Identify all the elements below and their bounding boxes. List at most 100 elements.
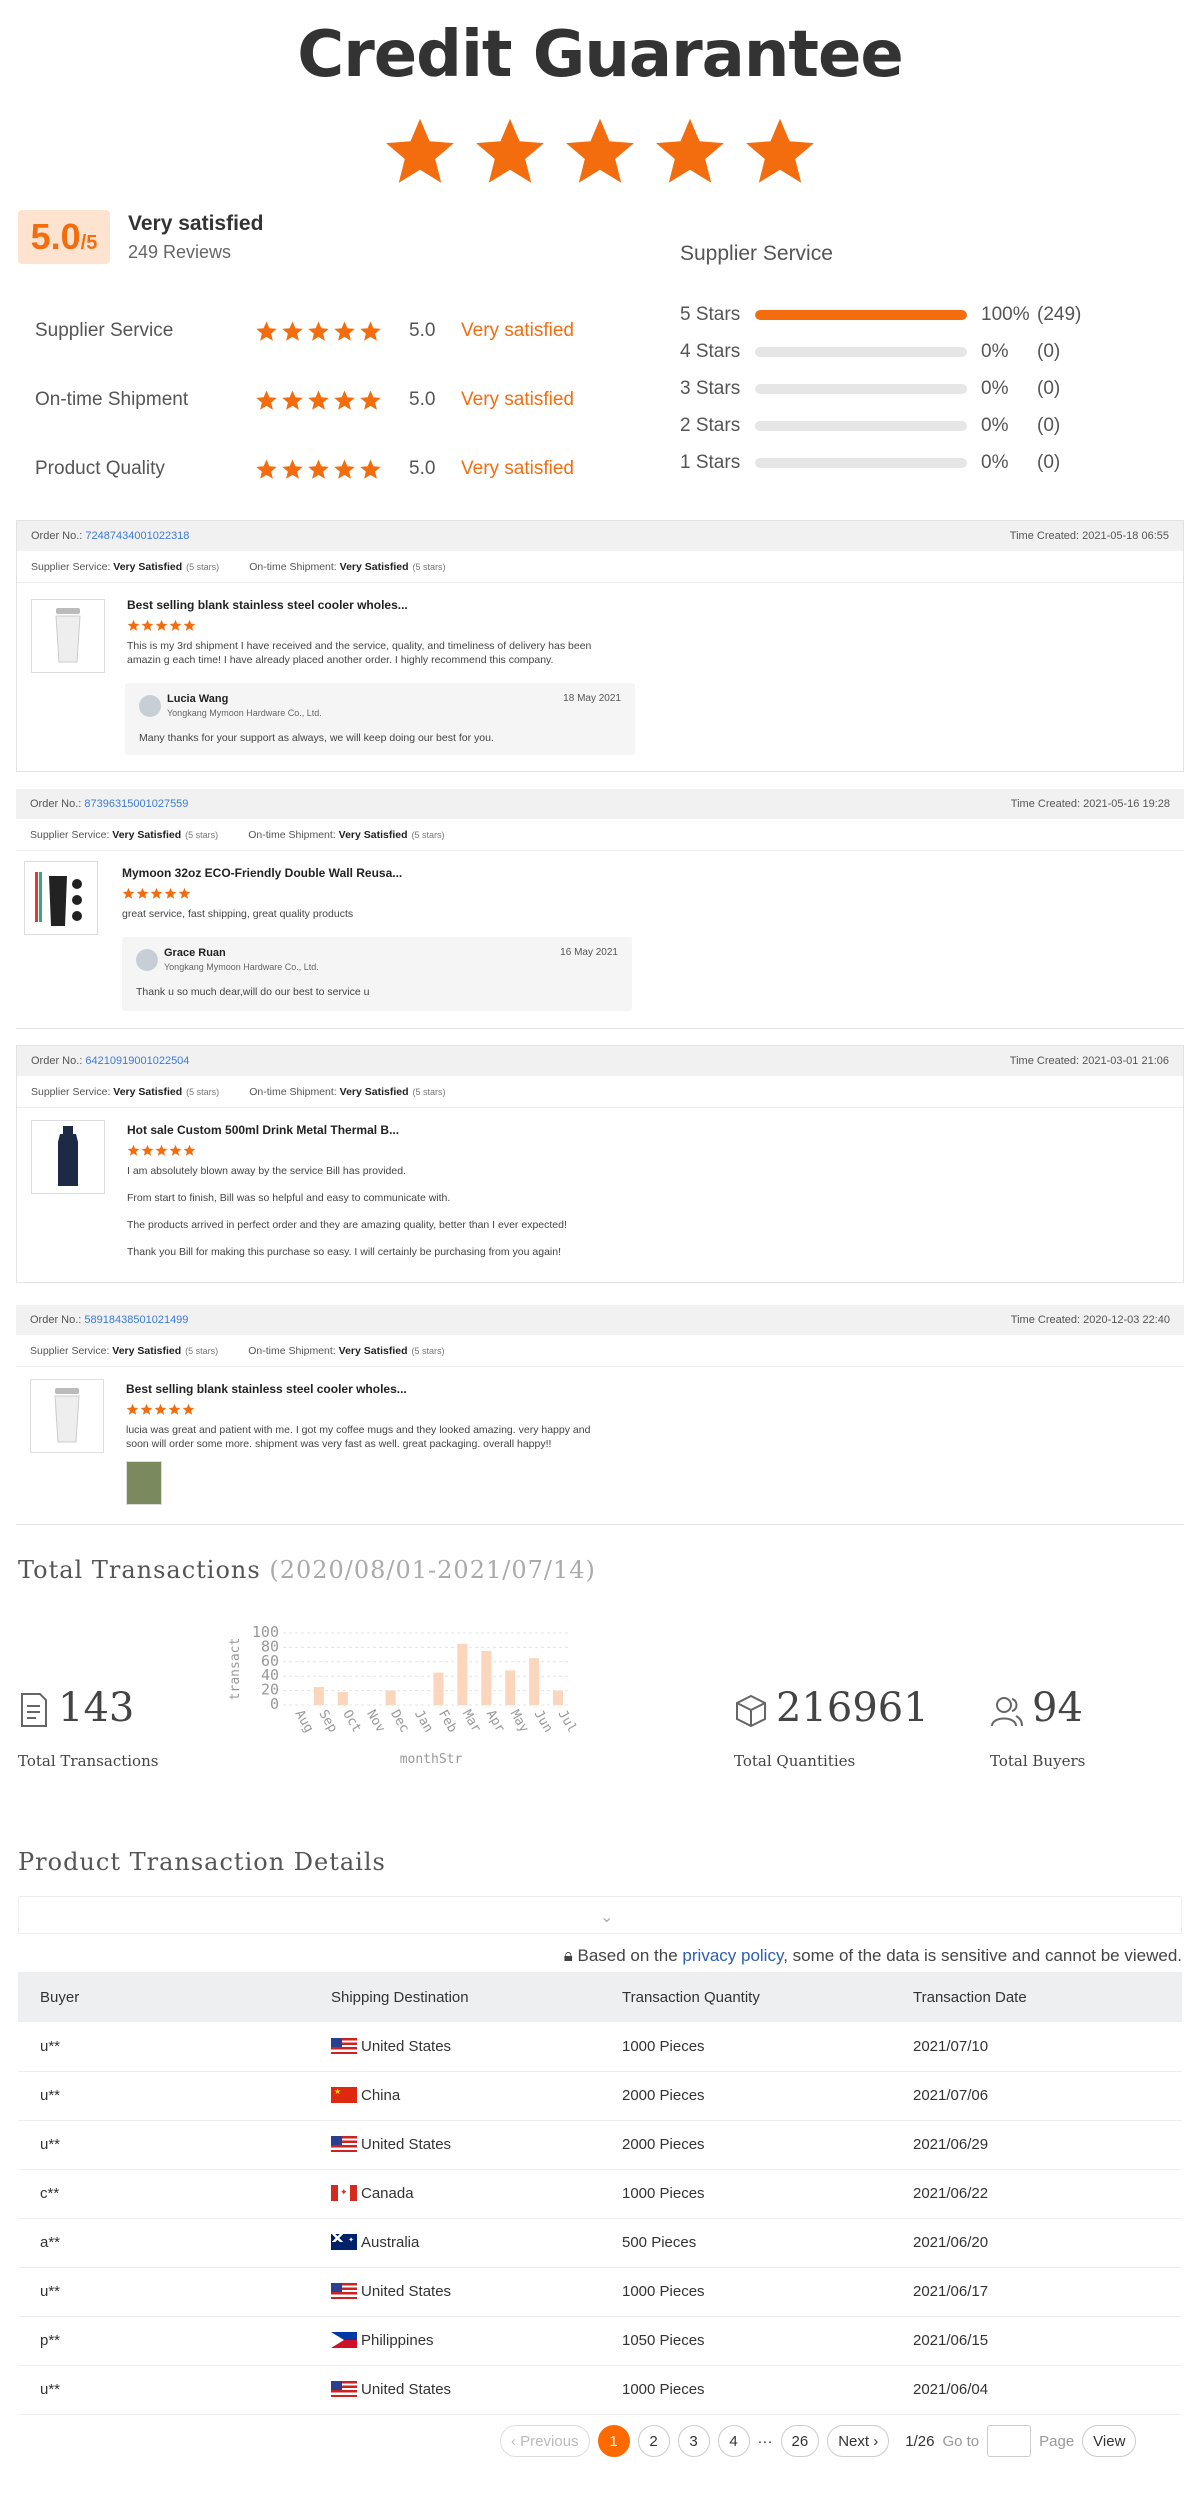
review-photo[interactable] bbox=[126, 1461, 162, 1505]
product-name[interactable]: Hot sale Custom 500ml Drink Metal Therma… bbox=[127, 1123, 399, 1137]
page-1-button[interactable]: 1 bbox=[597, 2425, 630, 2457]
distribution-fill bbox=[755, 310, 967, 320]
x-tick-label: Mar bbox=[459, 1708, 484, 1736]
star-icon bbox=[308, 389, 329, 410]
product-name[interactable]: Best selling blank stainless steel coole… bbox=[126, 1382, 407, 1396]
destination-cell: ✦ Australia bbox=[309, 2218, 600, 2268]
total-quantities: 216961 bbox=[776, 1685, 929, 1731]
review-count: 249 Reviews bbox=[128, 242, 232, 262]
star-icon bbox=[178, 887, 191, 899]
privacy-link[interactable]: privacy policy bbox=[682, 1946, 783, 1965]
seller-reply: Lucia Wang Yongkang Mymoon Hardware Co.,… bbox=[125, 683, 635, 755]
reply-date: 18 May 2021 bbox=[563, 693, 621, 704]
product-thumbnail[interactable] bbox=[31, 599, 105, 673]
review-header: Order No.: 64210919001022504 Time Create… bbox=[17, 1046, 1183, 1076]
product-name[interactable]: Best selling blank stainless steel coole… bbox=[127, 598, 408, 612]
distribution-label: 1 Stars bbox=[680, 452, 741, 473]
x-tick-label: Sep bbox=[315, 1708, 340, 1736]
score-value: 5.0 bbox=[30, 216, 81, 257]
review-stars bbox=[127, 1144, 196, 1157]
reply-name: Lucia Wang bbox=[167, 693, 229, 705]
distribution-title: Supplier Service bbox=[680, 242, 833, 265]
bar bbox=[337, 1692, 348, 1705]
x-tick-label: Jul bbox=[555, 1708, 580, 1736]
reply-date: 16 May 2021 bbox=[560, 947, 618, 958]
metric-label: Supplier Service bbox=[35, 320, 174, 341]
distribution-count: (0) bbox=[1037, 378, 1061, 399]
star-icon bbox=[308, 320, 329, 341]
review-ratings: Supplier Service: Very Satisfied (5 stars… bbox=[16, 819, 1184, 851]
page-3-button[interactable]: 3 bbox=[677, 2425, 710, 2457]
bar bbox=[433, 1672, 444, 1705]
review-card: Order No.: 58918438501021499 Time Create… bbox=[16, 1305, 1184, 1525]
star-icon bbox=[126, 1403, 139, 1415]
review-ratings: Supplier Service: Very Satisfied (5 stars… bbox=[17, 551, 1183, 583]
order-link[interactable]: 64210919001022504 bbox=[85, 1055, 189, 1067]
score-badge: 5.0 /5 bbox=[18, 210, 110, 264]
date-cell: 2021/06/20 bbox=[891, 2218, 1182, 2268]
review-header: Order No.: 87396315001027559 Time Create… bbox=[16, 789, 1184, 819]
page-input[interactable] bbox=[987, 2425, 1032, 2457]
metric-supplier-service: Supplier Service 5.0 Very satisfied bbox=[35, 316, 574, 346]
destination-cell: United States bbox=[309, 2120, 600, 2170]
page-2-button[interactable]: 2 bbox=[637, 2425, 670, 2457]
distribution-row: 1 Stars 0% (0) bbox=[680, 451, 1097, 475]
product-name[interactable]: Mymoon 32oz ECO-Friendly Double Wall Reu… bbox=[122, 866, 402, 880]
distribution-row: 5 Stars 100% (249) bbox=[680, 303, 1097, 327]
destination-cell: United States bbox=[309, 2267, 600, 2317]
x-tick-label: Feb bbox=[435, 1708, 460, 1736]
previous-button[interactable]: ‹ Previous bbox=[500, 2425, 590, 2457]
review-text: lucia was great and patient with me. I g… bbox=[126, 1424, 591, 1450]
order-link[interactable]: 87396315001027559 bbox=[84, 798, 188, 810]
x-tick-label: Nov bbox=[363, 1708, 388, 1736]
date-cell: 2021/06/15 bbox=[891, 2316, 1182, 2366]
bar bbox=[481, 1651, 492, 1705]
date-cell: 2021/06/29 bbox=[891, 2120, 1182, 2170]
page-4-button[interactable]: 4 bbox=[717, 2425, 750, 2457]
next-button[interactable]: Next › bbox=[827, 2425, 890, 2457]
star-icon bbox=[141, 1144, 154, 1156]
table-row: u** United States 1000 Pieces 2021/06/04 bbox=[18, 2365, 1182, 2415]
star-icon bbox=[122, 887, 135, 899]
quantity-cell: 1000 Pieces bbox=[600, 2267, 891, 2317]
transactions-table: Buyer Shipping Destination Transaction Q… bbox=[18, 1972, 1182, 2415]
y-axis-label: transact bbox=[228, 1638, 243, 1701]
col-buyer: Buyer bbox=[18, 1972, 309, 2022]
reply-company: Yongkang Mymoon Hardware Co., Ltd. bbox=[167, 708, 322, 718]
score-label: Very satisfied bbox=[128, 212, 264, 235]
col-destination: Shipping Destination bbox=[309, 1972, 600, 2022]
review-text-2: From start to finish, Bill was so helpfu… bbox=[127, 1192, 451, 1204]
review-stars bbox=[127, 619, 196, 632]
hero-stars bbox=[0, 114, 1200, 190]
order-link[interactable]: 72487434001022318 bbox=[85, 530, 189, 542]
flag-icon bbox=[331, 2283, 357, 2299]
distribution-label: 2 Stars bbox=[680, 415, 741, 436]
product-thumbnail[interactable] bbox=[30, 1379, 104, 1453]
x-tick-label: May bbox=[507, 1708, 532, 1736]
product-thumbnail[interactable] bbox=[31, 1120, 105, 1194]
bar bbox=[529, 1658, 540, 1705]
total-transactions-label: Total Transactions bbox=[18, 1752, 159, 1770]
page-last-button[interactable]: 26 bbox=[780, 2425, 820, 2457]
metric-word: Very satisfied bbox=[461, 458, 574, 479]
date-cell: 2021/06/17 bbox=[891, 2267, 1182, 2317]
date-cell: 2021/06/04 bbox=[891, 2365, 1182, 2415]
flag-icon bbox=[331, 2381, 357, 2397]
x-tick-label: Jan bbox=[411, 1708, 436, 1736]
product-thumbnail[interactable] bbox=[24, 861, 98, 935]
star-icon bbox=[168, 1403, 181, 1415]
table-row: a** ✦ Australia 500 Pieces 2021/06/20 bbox=[18, 2218, 1182, 2268]
x-tick-label: Aug bbox=[291, 1708, 316, 1736]
expand-toggle[interactable]: ⌄ bbox=[18, 1896, 1182, 1934]
order-number: Order No.: 58918438501021499 bbox=[30, 1314, 189, 1326]
star-icon bbox=[150, 887, 163, 899]
star-icon bbox=[169, 619, 182, 631]
star-icon bbox=[282, 458, 303, 479]
order-link[interactable]: 58918438501021499 bbox=[84, 1314, 188, 1326]
distribution-percent: 0% bbox=[981, 378, 1009, 399]
view-button[interactable]: View bbox=[1082, 2425, 1137, 2457]
review-text: This is my 3rd shipment I have received … bbox=[127, 640, 592, 666]
distribution-bar bbox=[755, 347, 967, 357]
star-icon bbox=[256, 320, 277, 341]
star-icon bbox=[169, 1144, 182, 1156]
